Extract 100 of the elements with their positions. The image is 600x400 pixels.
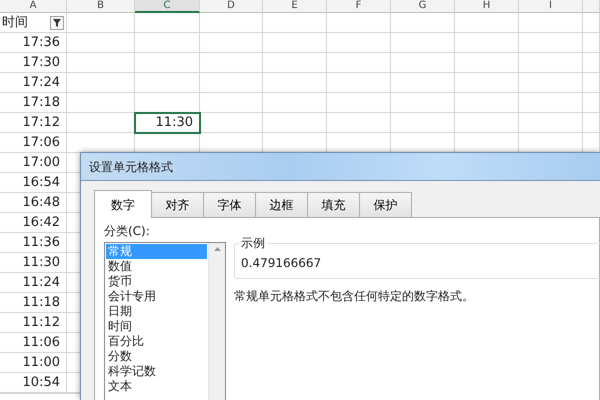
table-cell: 17:30 (0, 53, 67, 73)
tab[interactable]: 数字 (94, 190, 152, 218)
empty-cell[interactable] (67, 93, 135, 113)
list-item[interactable]: 会计专用 (106, 289, 207, 304)
empty-cell[interactable] (519, 53, 583, 73)
empty-cell[interactable] (200, 93, 263, 113)
empty-cell[interactable] (200, 73, 263, 93)
column-header[interactable]: G (391, 0, 455, 13)
table-cell: 11:18 (0, 293, 67, 313)
empty-cell[interactable] (391, 113, 455, 133)
empty-cell[interactable] (391, 93, 455, 113)
table-cell: 16:48 (0, 193, 67, 213)
empty-cell[interactable] (135, 33, 200, 53)
table-cell: 16:54 (0, 173, 67, 193)
empty-cell[interactable] (391, 13, 455, 33)
column-header[interactable]: F (327, 0, 391, 13)
group-label: 示例 (239, 236, 267, 250)
empty-cell[interactable] (519, 13, 583, 33)
empty-cell[interactable] (455, 113, 519, 133)
table-cell: 17:12 (0, 113, 67, 133)
empty-cell[interactable] (67, 33, 135, 53)
list-item[interactable]: 百分比 (106, 334, 207, 349)
description-text: 常规单元格格式不包含任何特定的数字格式。 (234, 288, 475, 305)
table-cell: 11:06 (0, 333, 67, 353)
column-header[interactable]: H (455, 0, 519, 13)
list-item[interactable]: 时间 (106, 319, 207, 334)
table-cell: 17:24 (0, 73, 67, 93)
empty-cell[interactable] (200, 13, 263, 33)
empty-cell[interactable] (200, 33, 263, 53)
table-cell: 11:00 (0, 353, 67, 373)
empty-cell[interactable] (391, 53, 455, 73)
list-item[interactable]: 日期 (106, 304, 207, 319)
table-cell: 11:12 (0, 313, 67, 333)
table-cell: 17:06 (0, 133, 67, 153)
empty-cell[interactable] (327, 13, 391, 33)
empty-cell[interactable] (200, 53, 263, 73)
filter-button[interactable] (50, 16, 64, 30)
column-header[interactable]: A (0, 0, 67, 13)
empty-cell[interactable] (519, 113, 583, 133)
column-header[interactable]: D (200, 0, 263, 13)
empty-cell[interactable] (327, 93, 391, 113)
tab[interactable]: 边框 (255, 192, 308, 217)
empty-cell[interactable] (327, 33, 391, 53)
empty-cell[interactable] (327, 113, 391, 133)
empty-cell[interactable] (135, 73, 200, 93)
empty-cell[interactable] (583, 33, 600, 53)
column-header[interactable]: C (135, 0, 200, 13)
column-header[interactable]: B (67, 0, 135, 13)
empty-cell[interactable] (455, 53, 519, 73)
empty-cell[interactable] (455, 73, 519, 93)
empty-cell[interactable] (327, 53, 391, 73)
empty-cell[interactable] (263, 93, 327, 113)
empty-cell[interactable] (519, 73, 583, 93)
empty-cell[interactable] (135, 13, 200, 33)
table-cell: 11:30 (0, 253, 67, 273)
empty-cell[interactable] (327, 73, 391, 93)
empty-cell[interactable] (391, 73, 455, 93)
column-header[interactable]: I (519, 0, 583, 13)
table-cell: 16:42 (0, 213, 67, 233)
category-label: 分类(C): (104, 223, 151, 240)
empty-cell[interactable] (200, 113, 263, 133)
empty-cell[interactable] (583, 53, 600, 73)
table-cell: 17:18 (0, 93, 67, 113)
empty-cell[interactable] (455, 33, 519, 53)
table-cell: 11:36 (0, 233, 67, 253)
list-item[interactable]: 文本 (106, 379, 207, 394)
scroll-up-icon[interactable] (214, 247, 220, 251)
empty-cell[interactable] (263, 113, 327, 133)
empty-cell[interactable] (455, 93, 519, 113)
list-item[interactable]: 数值 (106, 259, 207, 274)
empty-cell[interactable] (67, 73, 135, 93)
empty-cell[interactable] (391, 33, 455, 53)
empty-cell[interactable] (583, 73, 600, 93)
column-header[interactable] (583, 0, 600, 13)
empty-cell[interactable] (519, 33, 583, 53)
tab[interactable]: 字体 (203, 192, 256, 217)
empty-cell[interactable] (67, 13, 135, 33)
empty-cell[interactable] (263, 33, 327, 53)
empty-cell[interactable] (263, 53, 327, 73)
empty-cell[interactable] (67, 53, 135, 73)
sample-value: 0.479166667 (241, 255, 322, 272)
table-cell-text: 时间 (2, 14, 28, 32)
tab[interactable]: 对齐 (151, 192, 204, 217)
list-item[interactable]: 货币 (106, 274, 207, 289)
list-item[interactable]: 科学记数 (106, 364, 207, 379)
empty-cell[interactable] (263, 73, 327, 93)
tab[interactable]: 保护 (359, 192, 412, 217)
empty-cell[interactable] (135, 53, 200, 73)
list-item[interactable]: 分数 (106, 349, 207, 364)
empty-cell[interactable] (583, 93, 600, 113)
empty-cell[interactable] (263, 13, 327, 33)
tab[interactable]: 填充 (307, 192, 360, 217)
selected-cell[interactable]: 11:30 (135, 113, 200, 133)
table-cell: 17:36 (0, 33, 67, 53)
empty-cell[interactable] (583, 113, 600, 133)
empty-cell[interactable] (455, 13, 519, 33)
table-cell: 10:54 (0, 373, 67, 393)
table-cell: 11:24 (0, 273, 67, 293)
empty-cell[interactable] (519, 93, 583, 113)
column-header[interactable]: E (263, 0, 327, 13)
